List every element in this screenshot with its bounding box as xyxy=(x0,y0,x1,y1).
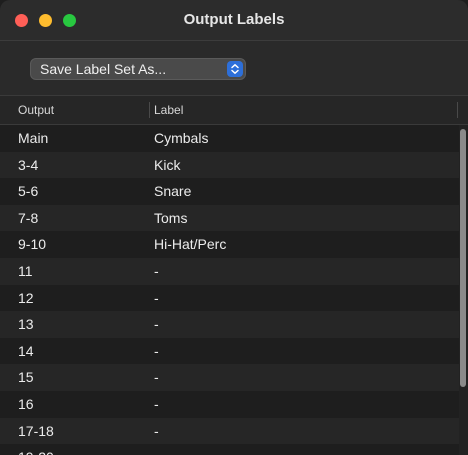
label-cell[interactable]: - xyxy=(154,418,159,445)
output-cell: 17-18 xyxy=(18,422,54,439)
column-header-label[interactable]: Label xyxy=(154,96,183,124)
toolbar: Save Label Set As... xyxy=(0,41,468,96)
vertical-scrollbar[interactable] xyxy=(459,125,468,455)
scrollbar-thumb[interactable] xyxy=(460,129,466,387)
output-cell: 13 xyxy=(18,316,34,333)
output-labels-window: Output Labels Save Label Set As... Outpu… xyxy=(0,0,468,455)
output-cell: 3-4 xyxy=(18,156,39,173)
table-row[interactable]: 11 - xyxy=(0,257,459,285)
output-cell: 16 xyxy=(18,395,34,412)
table-row[interactable]: 19-20 xyxy=(0,444,459,455)
table-row[interactable]: 14 - xyxy=(0,337,459,365)
label-cell[interactable]: Snare xyxy=(154,178,191,205)
title-bar: Output Labels xyxy=(0,0,468,41)
table-row[interactable]: 16 - xyxy=(0,390,459,418)
label-cell[interactable]: - xyxy=(154,311,159,338)
output-cell: Main xyxy=(18,130,49,146)
column-divider[interactable] xyxy=(457,102,458,118)
chevron-up-down-icon xyxy=(227,61,243,77)
table-row[interactable]: Main Cymbals xyxy=(0,125,459,152)
output-cell: 5-6 xyxy=(18,183,39,200)
save-label-set-popup[interactable]: Save Label Set As... xyxy=(30,58,246,80)
label-cell[interactable]: - xyxy=(154,391,159,418)
table-row[interactable]: 5-6 Snare xyxy=(0,178,459,205)
label-cell[interactable]: Toms xyxy=(154,205,187,232)
label-cell[interactable]: - xyxy=(154,258,159,285)
label-cell[interactable]: - xyxy=(154,285,159,312)
table-row[interactable]: 13 - xyxy=(0,311,459,338)
table-row[interactable]: 15 - xyxy=(0,364,459,391)
window-title: Output Labels xyxy=(183,11,285,28)
output-cell: 14 xyxy=(18,342,34,359)
table-row[interactable]: 17-18 - xyxy=(0,417,459,445)
label-cell[interactable]: Cymbals xyxy=(154,125,208,152)
output-cell: 9-10 xyxy=(18,236,47,253)
output-cell: 11 xyxy=(18,262,33,279)
output-cell: 19-20 xyxy=(18,444,54,455)
output-cell: 7-8 xyxy=(18,209,39,226)
label-cell[interactable]: - xyxy=(154,338,159,365)
output-label-table: Main Cymbals 3-4 Kick 5-6 Snare 7-8 Toms 9-10 Hi-… xyxy=(0,125,459,455)
output-cell: 12 xyxy=(18,289,34,306)
label-cell[interactable]: - xyxy=(154,364,159,391)
label-cell[interactable]: Kick xyxy=(154,152,180,179)
column-header-output[interactable]: Output xyxy=(18,96,54,124)
label-cell[interactable]: Hi-Hat/Perc xyxy=(154,231,226,258)
popup-label: Save Label Set As... xyxy=(40,61,167,77)
table-row[interactable]: 12 - xyxy=(0,284,459,312)
column-divider[interactable] xyxy=(149,102,150,118)
table-row[interactable]: 9-10 Hi-Hat/Perc xyxy=(0,231,459,258)
table-row[interactable]: 7-8 Toms xyxy=(0,204,459,232)
table-row[interactable]: 3-4 Kick xyxy=(0,151,459,179)
output-cell: 15 xyxy=(18,369,34,386)
table-header: Output Label xyxy=(0,96,468,125)
